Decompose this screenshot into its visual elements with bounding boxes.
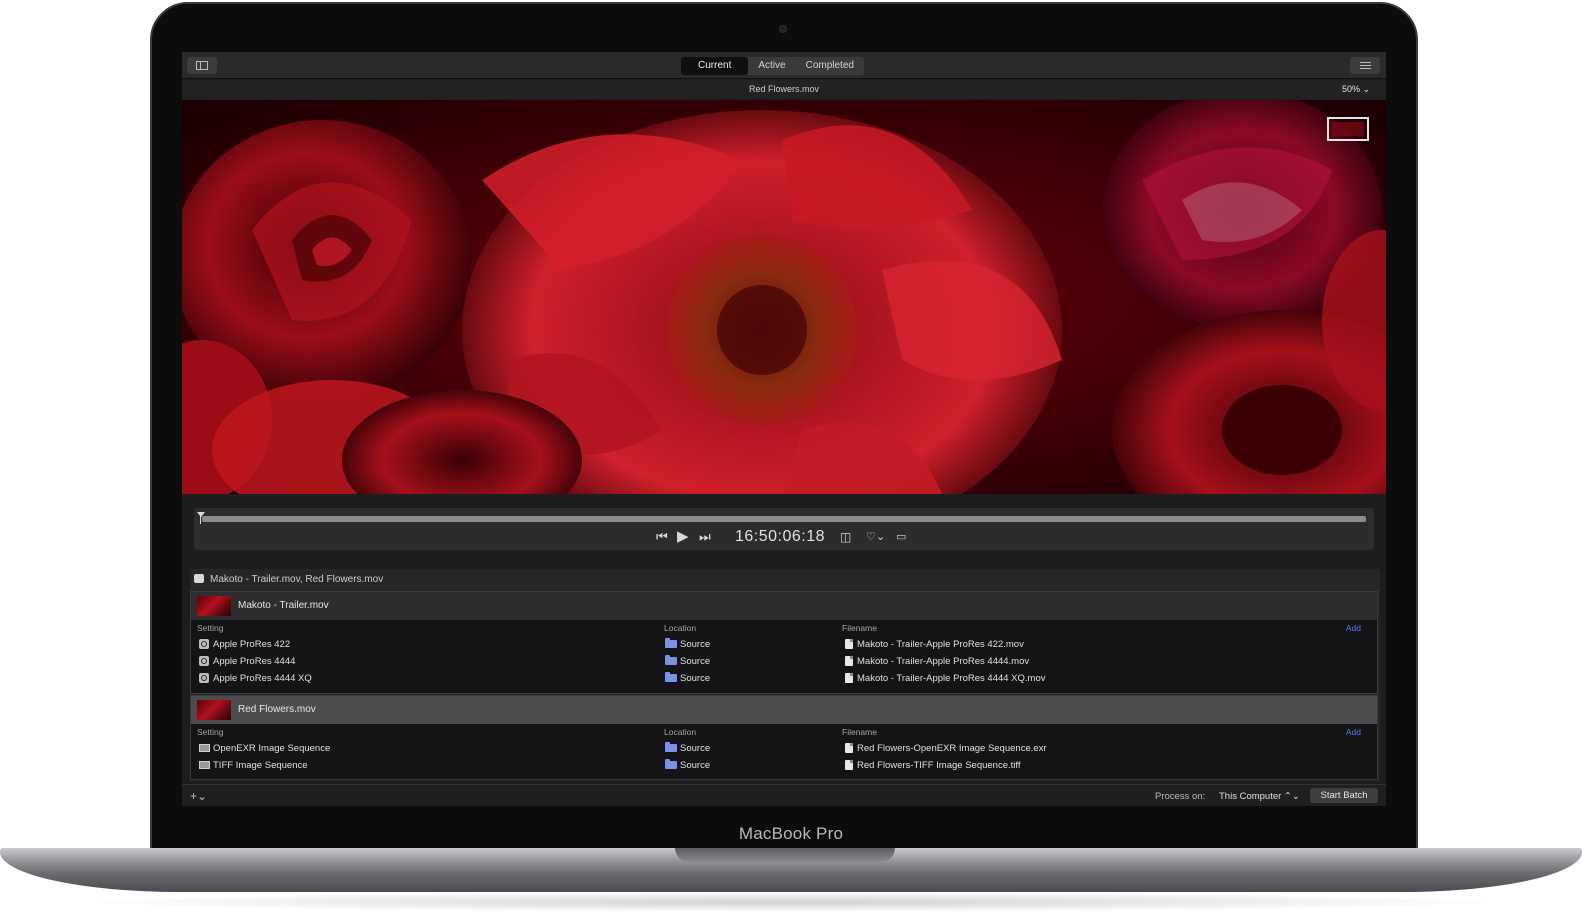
batch-icon [194,574,204,583]
process-on-select[interactable]: This Computer ⌃⌄ [1219,791,1300,802]
app-window: Current Active Completed Red Flowers.mov… [182,52,1386,806]
job-header[interactable]: Makoto - Trailer.mov [191,592,1377,620]
folder-icon [665,759,677,769]
flowers-image [182,100,1386,494]
file-icon [845,639,853,649]
skip-forward-icon[interactable]: ⏭ [699,529,711,545]
folder-icon [665,655,677,665]
file-icon [845,760,853,770]
batch-panel: Makoto - Trailer.mov, Red Flowers.mov Ma… [190,569,1380,781]
batch-title: Makoto - Trailer.mov, Red Flowers.mov [210,574,384,585]
add-menu-button[interactable]: +⌄ [190,789,207,803]
play-icon[interactable]: ▶ [677,529,689,545]
compressor-setting-icon [199,673,209,683]
location-name[interactable]: Source [680,760,710,771]
filename[interactable]: Makoto - Trailer-Apple ProRes 422.mov [857,639,1024,650]
folder-icon [665,638,677,648]
job-columns: Setting Location Filename Add [191,620,1377,636]
image-sequence-icon [199,744,210,752]
filename[interactable]: Red Flowers-TIFF Image Sequence.tiff [857,760,1021,771]
laptop-notch [675,848,895,862]
marker-menu-icon[interactable]: ♡⌄ [866,529,885,545]
file-icon [845,673,853,683]
tab-current[interactable]: Current [681,57,749,75]
output-row[interactable]: Apple ProRes 422 Source Makoto - Trailer… [191,636,1377,653]
job-title: Red Flowers.mov [238,704,316,715]
batch-header: Makoto - Trailer.mov, Red Flowers.mov [190,569,1380,589]
column-setting: Setting [197,727,224,737]
setting-name: TIFF Image Sequence [213,760,308,771]
process-on-label: Process on: [1155,791,1206,802]
camera [779,25,787,33]
output-row[interactable]: TIFF Image Sequence Source Red Flowers-T… [191,757,1377,774]
view-tabs: Current Active Completed [681,57,864,75]
viewer-file-title: Red Flowers.mov [748,84,820,94]
output-row[interactable]: OpenEXR Image Sequence Source Red Flower… [191,740,1377,757]
device-label: MacBook Pro [738,824,844,843]
sidebar-toggle-icon [196,61,208,70]
file-icon [845,656,853,666]
column-filename: Filename [842,623,877,633]
location-name[interactable]: Source [680,656,710,667]
sliders-icon [1359,61,1371,70]
image-sequence-icon [199,761,210,769]
output-row[interactable]: Apple ProRes 4444 XQ Source Makoto - Tra… [191,670,1377,687]
column-location: Location [664,623,697,633]
setting-name: Apple ProRes 4444 [213,656,296,667]
job-makoto-trailer: Makoto - Trailer.mov Setting Location Fi… [190,591,1378,694]
tab-active[interactable]: Active [748,57,795,75]
job-thumbnail [197,596,231,616]
video-viewer [182,100,1386,494]
viewer-titlebar: Red Flowers.mov 50% ⌄ [182,80,1386,99]
scrubber[interactable] [202,516,1366,522]
location-name[interactable]: Source [680,673,710,684]
folder-icon [665,672,677,682]
add-output-button[interactable]: Add [1346,727,1361,737]
skip-back-icon[interactable]: ⏮ [656,529,668,545]
zoom-menu[interactable]: 50% ⌄ [1342,84,1370,95]
view-options-icon[interactable]: ◫ [840,529,851,545]
column-setting: Setting [197,623,224,633]
laptop-shadow [60,892,1522,912]
job-title: Makoto - Trailer.mov [238,600,329,611]
setting-name: Apple ProRes 4444 XQ [213,673,312,684]
toolbar: Current Active Completed [182,52,1386,79]
location-name[interactable]: Source [680,639,710,650]
setting-name: Apple ProRes 422 [213,639,291,650]
inspector-toggle-button[interactable] [1350,57,1380,74]
batch-footer: +⌄ Process on: This Computer ⌃⌄ Start Ba… [182,784,1386,806]
timecode: 16:50:06:18 [735,528,826,545]
compressor-setting-icon [199,656,209,666]
job-red-flowers: Red Flowers.mov Setting Location Filenam… [190,695,1378,780]
job-header[interactable]: Red Flowers.mov [191,696,1377,724]
filename[interactable]: Makoto - Trailer-Apple ProRes 4444.mov [857,656,1029,667]
tab-completed[interactable]: Completed [796,57,864,75]
transport-bar: ⏮ ▶ ⏭ 16:50:06:18 ◫ ♡⌄ ▭ [194,508,1374,550]
output-row[interactable]: Apple ProRes 4444 Source Makoto - Traile… [191,653,1377,670]
file-icon [845,743,853,753]
filename[interactable]: Red Flowers-OpenEXR Image Sequence.exr [857,743,1047,754]
setting-name: OpenEXR Image Sequence [213,743,331,754]
column-filename: Filename [842,727,877,737]
location-name[interactable]: Source [680,743,710,754]
playhead[interactable] [197,512,205,524]
folder-icon [665,742,677,752]
add-output-button[interactable]: Add [1346,623,1361,633]
sidebar-toggle-button[interactable] [187,57,217,74]
column-location: Location [664,727,697,737]
start-batch-button[interactable]: Start Batch [1310,788,1378,803]
filename[interactable]: Makoto - Trailer-Apple ProRes 4444 XQ.mo… [857,673,1046,684]
captions-icon[interactable]: ▭ [896,529,906,545]
job-columns: Setting Location Filename Add [191,724,1377,740]
compressor-setting-icon [199,639,209,649]
job-thumbnail [197,700,231,720]
